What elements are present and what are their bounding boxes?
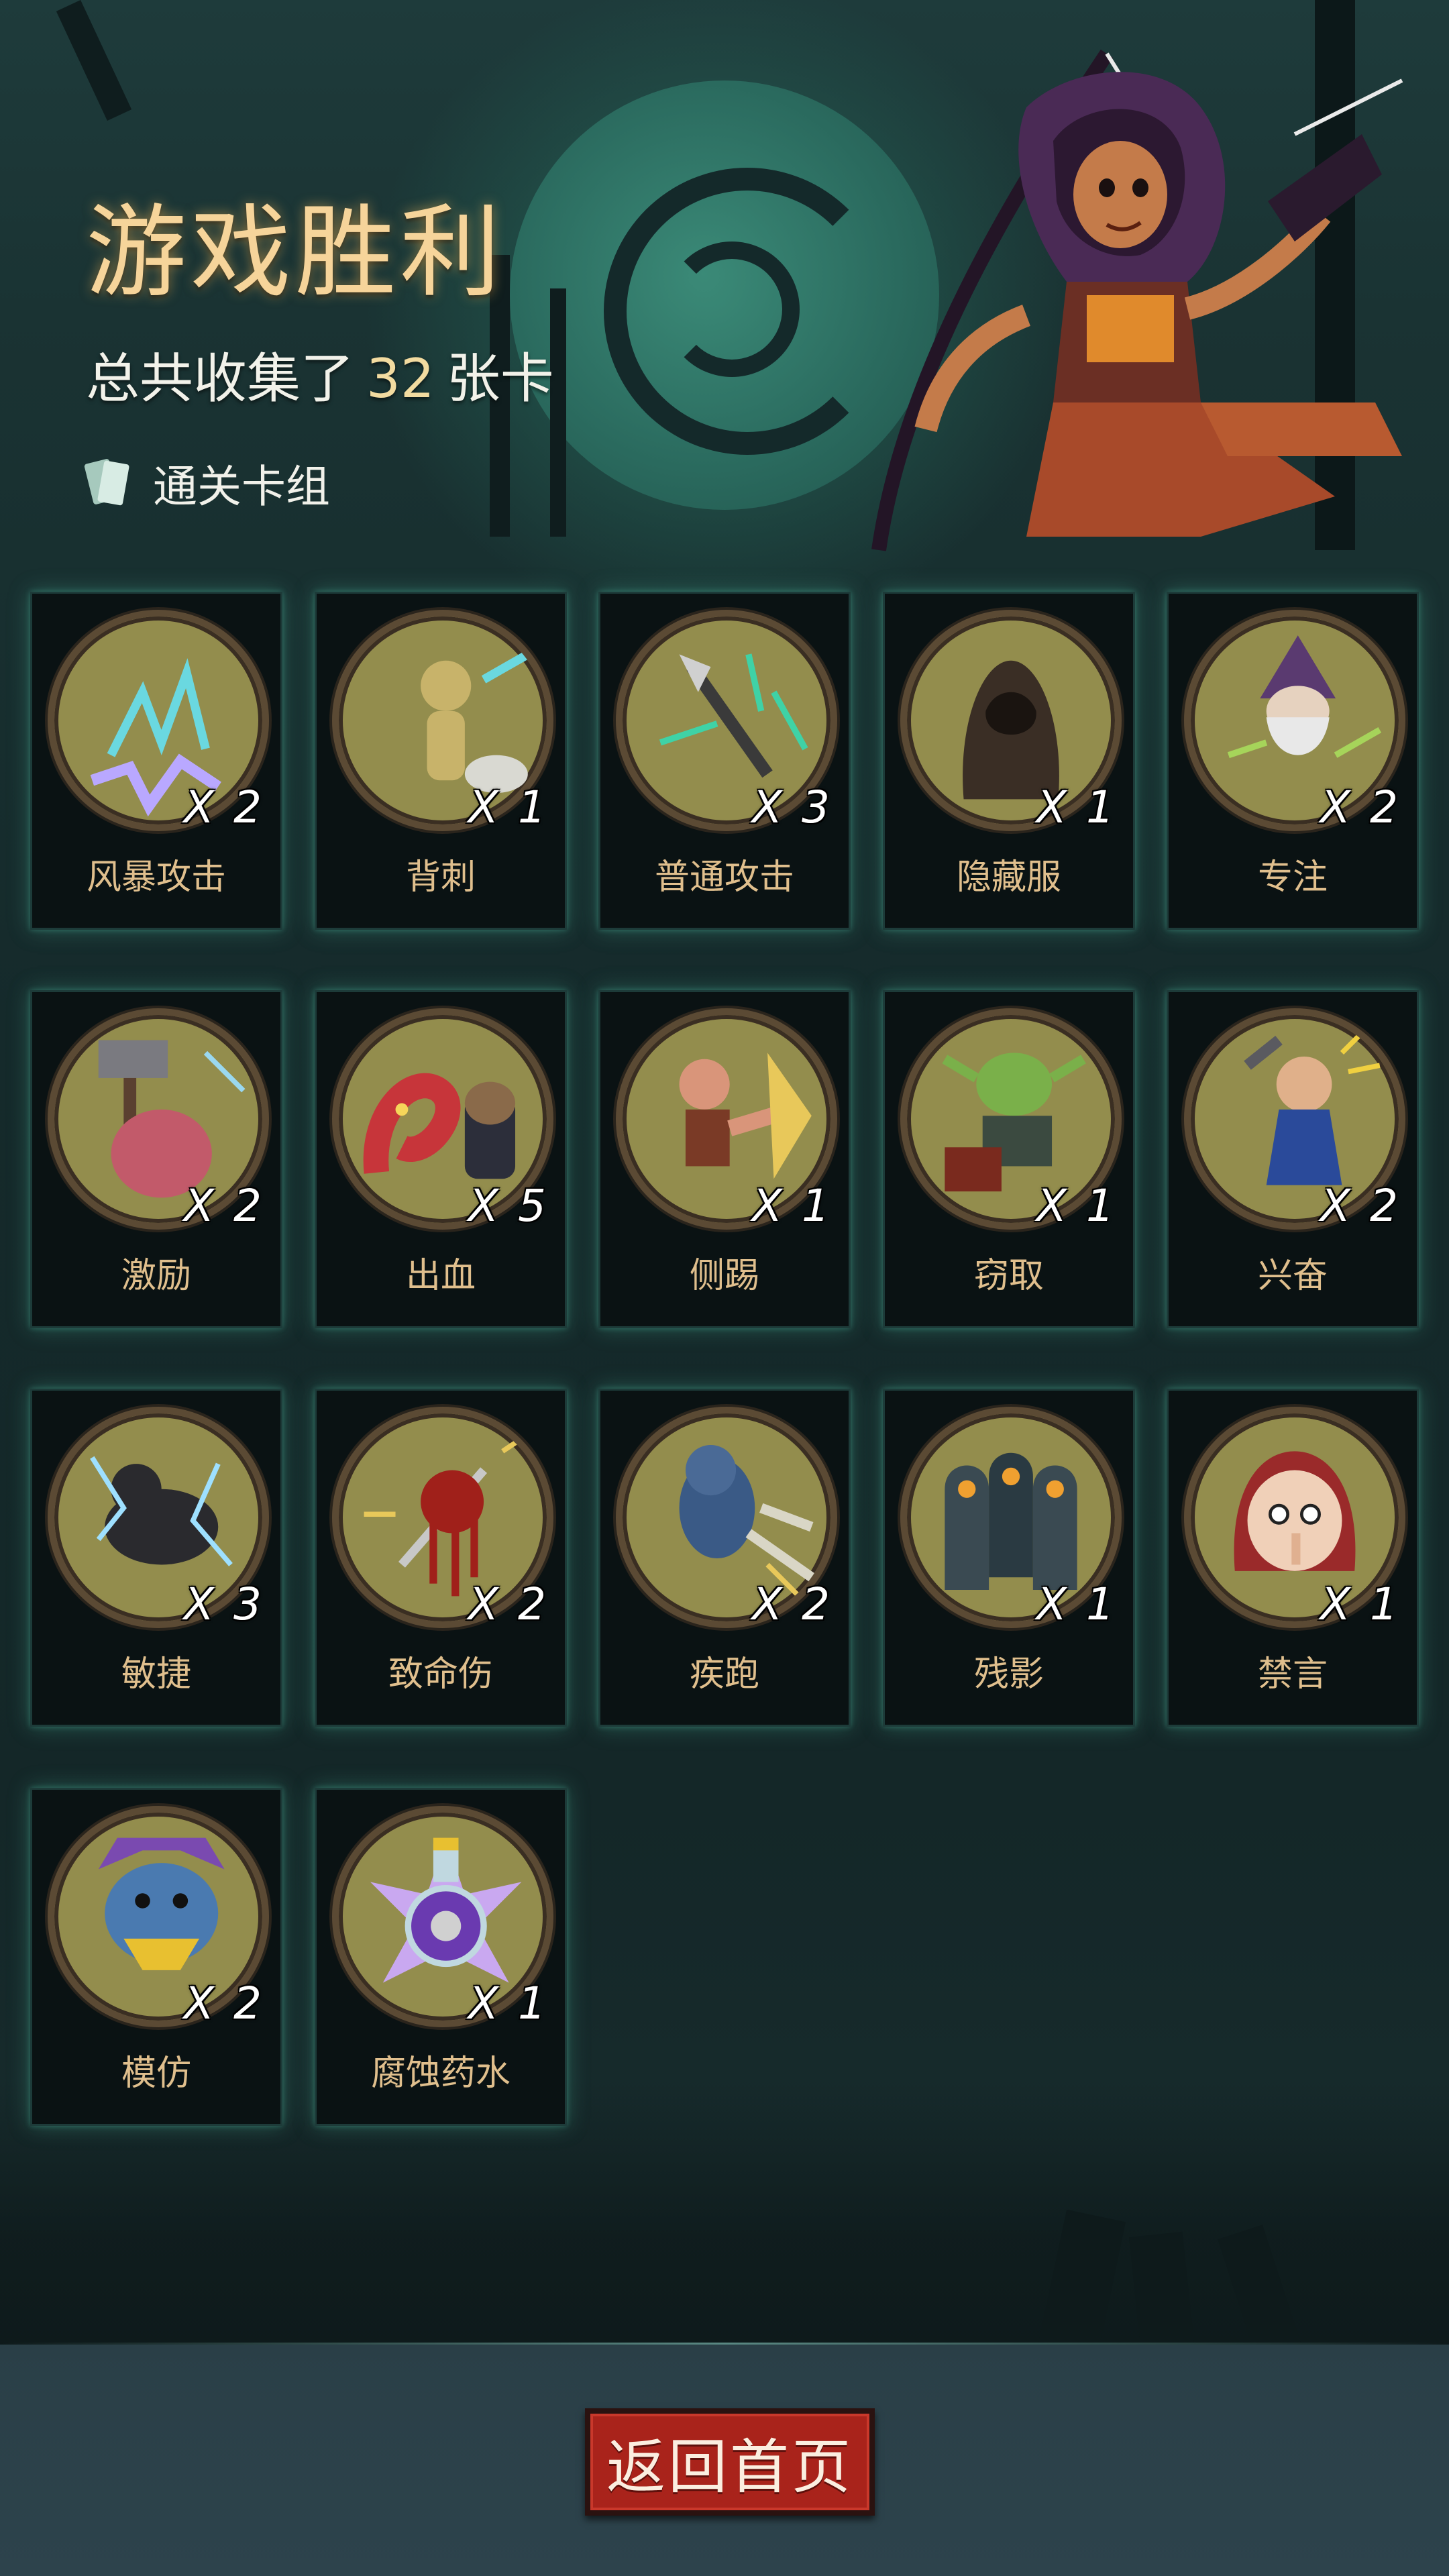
card-quantity: X 2 — [183, 1180, 264, 1232]
cards-collected-summary: 总共收集了 32 张卡 — [86, 335, 554, 413]
card-name: 兴奋 — [1257, 1256, 1328, 1296]
victory-title: 游戏胜利 — [86, 195, 505, 311]
cleared-deck-label: 通关卡组 — [153, 461, 330, 513]
card-tile[interactable]: X 2 专注 — [1167, 592, 1419, 930]
card-tile[interactable]: X 1 腐蚀药水 — [315, 1788, 567, 2126]
summary-prefix: 总共收集了 — [86, 347, 354, 410]
card-name: 禁言 — [1257, 1654, 1328, 1695]
card-name: 致命伤 — [388, 1654, 493, 1695]
card-tile[interactable]: X 1 背刺 — [315, 592, 567, 930]
card-name: 侧踢 — [689, 1256, 759, 1296]
card-tile[interactable]: X 2 致命伤 — [315, 1389, 567, 1727]
card-name: 疾跑 — [689, 1654, 759, 1695]
card-name: 隐藏服 — [956, 857, 1061, 898]
summary-suffix: 张卡 — [446, 347, 554, 410]
card-name: 模仿 — [121, 2053, 191, 2094]
card-name: 残影 — [973, 1654, 1044, 1695]
card-name: 窃取 — [973, 1256, 1044, 1296]
card-name: 普通攻击 — [654, 857, 794, 898]
card-quantity: X 1 — [1036, 1578, 1117, 1630]
card-name: 风暴攻击 — [86, 857, 226, 898]
return-home-button[interactable]: 返回首页 — [585, 2408, 875, 2516]
card-quantity: X 2 — [183, 782, 264, 833]
card-tile[interactable]: X 1 窃取 — [883, 990, 1135, 1328]
card-name: 背刺 — [405, 857, 476, 898]
card-quantity: X 2 — [1320, 1180, 1401, 1232]
card-tile[interactable]: X 5 出血 — [315, 990, 567, 1328]
card-tile[interactable]: X 2 兴奋 — [1167, 990, 1419, 1328]
card-quantity: X 2 — [468, 1578, 549, 1630]
card-quantity: X 1 — [1036, 1180, 1117, 1232]
card-quantity: X 2 — [1320, 782, 1401, 833]
hooded-archer-character — [871, 49, 1403, 551]
card-tile[interactable]: X 3 普通攻击 — [598, 592, 851, 930]
card-tile[interactable]: X 1 隐藏服 — [883, 592, 1135, 930]
card-quantity: X 2 — [183, 1978, 264, 2029]
card-quantity: X 1 — [1036, 782, 1117, 833]
card-quantity: X 3 — [751, 782, 833, 833]
card-tile[interactable]: X 3 敏捷 — [30, 1389, 282, 1727]
card-quantity: X 1 — [751, 1180, 833, 1232]
card-tile[interactable]: X 1 侧踢 — [598, 990, 851, 1328]
swirl-decoration-inner — [664, 241, 800, 377]
cleared-deck-button[interactable]: 通关卡组 — [79, 446, 330, 520]
victory-screen: 游戏胜利 总共收集了 32 张卡 通关卡组 X 2 风暴攻击 X 1 背刺 X 3 普通攻击 X… — [0, 0, 1449, 2576]
return-home-label: 返回首页 — [606, 2432, 853, 2502]
card-name: 专注 — [1257, 857, 1328, 898]
card-tile[interactable]: X 2 风暴攻击 — [30, 592, 282, 930]
card-tile[interactable]: X 2 激励 — [30, 990, 282, 1328]
card-name: 出血 — [405, 1256, 476, 1296]
card-count: 32 — [366, 347, 435, 410]
card-quantity: X 2 — [751, 1578, 833, 1630]
card-tile[interactable]: X 1 残影 — [883, 1389, 1135, 1727]
card-name: 腐蚀药水 — [370, 2053, 511, 2094]
card-tile[interactable]: X 2 模仿 — [30, 1788, 282, 2126]
card-tile[interactable]: X 1 禁言 — [1167, 1389, 1419, 1727]
card-quantity: X 1 — [468, 782, 549, 833]
header-banner: 游戏胜利 总共收集了 32 张卡 通关卡组 — [0, 0, 1449, 564]
card-tile[interactable]: X 2 疾跑 — [598, 1389, 851, 1727]
card-quantity: X 1 — [468, 1978, 549, 2029]
card-quantity: X 3 — [183, 1578, 264, 1630]
card-quantity: X 1 — [1320, 1578, 1401, 1630]
cards-icon — [84, 459, 129, 506]
branch — [56, 0, 132, 121]
card-name: 激励 — [121, 1256, 191, 1296]
card-name: 敏捷 — [121, 1654, 191, 1695]
card-quantity: X 5 — [468, 1180, 549, 1232]
